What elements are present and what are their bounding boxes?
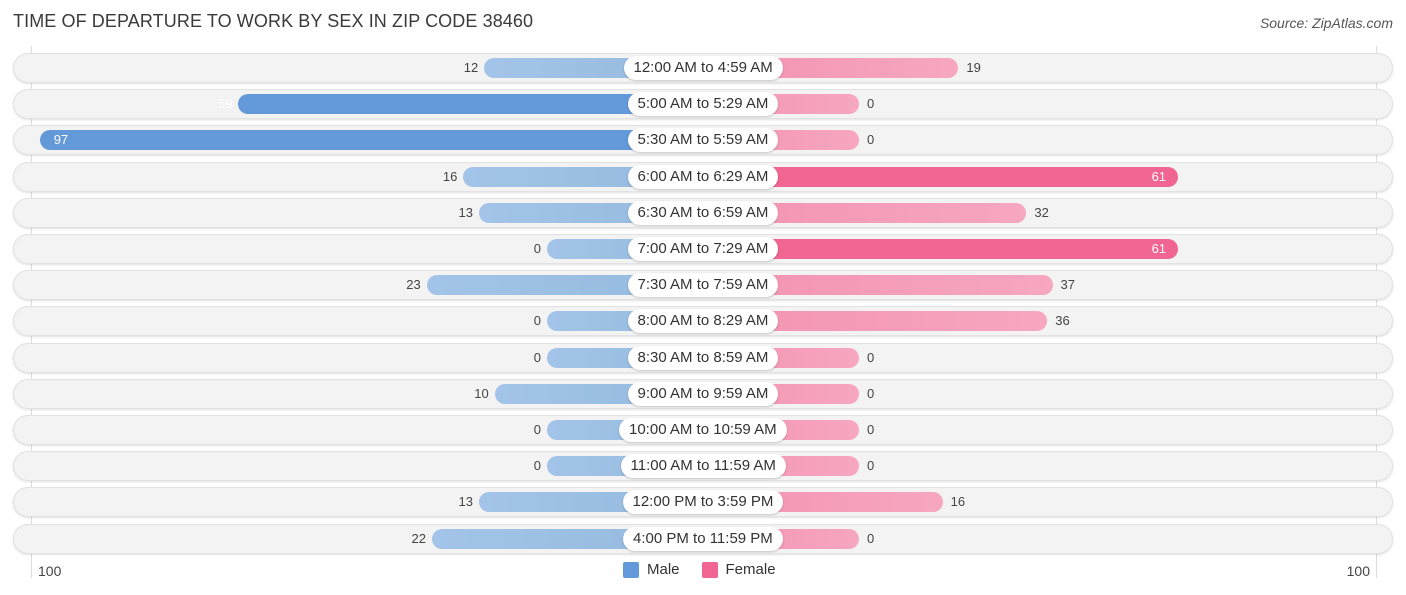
value-label-female: 36 <box>1055 313 1070 329</box>
value-label-male: 23 <box>406 277 421 293</box>
bar-male[interactable] <box>39 130 703 151</box>
legend-item-female: Female <box>701 561 776 578</box>
value-label-female: 0 <box>867 132 875 148</box>
category-label: 4:00 PM to 11:59 PM <box>623 526 783 551</box>
value-label-female: 0 <box>867 349 875 365</box>
value-label-female: 0 <box>867 530 875 546</box>
category-label: 12:00 AM to 4:59 AM <box>623 56 783 80</box>
value-label-male: 97 <box>53 132 69 148</box>
value-label-male: 10 <box>474 385 489 401</box>
legend-swatch-male <box>623 561 639 578</box>
value-label-female: 0 <box>867 96 875 112</box>
legend-label-male: Male <box>647 561 680 578</box>
value-label-male: 59 <box>217 96 233 112</box>
value-label-female: 61 <box>1151 241 1167 256</box>
category-label: 7:00 AM to 7:29 AM <box>627 237 779 261</box>
value-label-male: 22 <box>411 530 426 546</box>
legend-item-male: Male <box>623 561 680 578</box>
chart-title: TIME OF DEPARTURE TO WORK BY SEX IN ZIP … <box>13 11 534 31</box>
value-label-female: 0 <box>867 385 875 401</box>
value-label-female: 19 <box>966 60 981 75</box>
category-label: 8:00 AM to 8:29 AM <box>627 309 779 334</box>
source-credit: Source: ZipAtlas.com <box>1259 15 1393 31</box>
category-label: 7:30 AM to 7:59 AM <box>627 273 779 298</box>
legend: Male Female <box>623 561 798 578</box>
value-label-female: 0 <box>867 458 875 474</box>
category-label: 6:30 AM to 6:59 AM <box>627 200 779 225</box>
value-label-female: 37 <box>1060 277 1075 293</box>
axis-label-left: 100 <box>38 563 62 579</box>
value-label-male: 0 <box>533 313 541 329</box>
category-label: 10:00 AM to 10:59 AM <box>619 418 787 442</box>
category-label: 5:00 AM to 5:29 AM <box>627 92 779 117</box>
legend-label-female: Female <box>725 561 776 578</box>
value-label-female: 0 <box>867 422 875 437</box>
value-label-male: 16 <box>442 168 458 184</box>
value-label-male: 12 <box>463 60 479 75</box>
value-label-female: 32 <box>1034 204 1049 220</box>
axis-label-right: 100 <box>1346 563 1370 579</box>
category-label: 12:00 PM to 3:59 PM <box>622 490 784 515</box>
category-label: 8:30 AM to 8:59 AM <box>627 345 779 370</box>
category-label: 5:30 AM to 5:59 AM <box>627 128 779 153</box>
value-label-male: 0 <box>533 458 541 474</box>
value-label-male: 0 <box>533 422 541 437</box>
value-label-male: 13 <box>458 494 474 510</box>
value-label-female: 16 <box>950 494 966 510</box>
value-label-male: 13 <box>458 204 474 220</box>
category-label: 11:00 AM to 11:59 AM <box>620 454 786 479</box>
legend-swatch-female <box>701 561 718 578</box>
value-label-female: 61 <box>1151 168 1167 184</box>
category-label: 6:00 AM to 6:29 AM <box>627 164 779 189</box>
value-label-male: 0 <box>533 349 541 365</box>
value-label-male: 0 <box>533 241 541 256</box>
category-label: 9:00 AM to 9:59 AM <box>627 381 779 406</box>
